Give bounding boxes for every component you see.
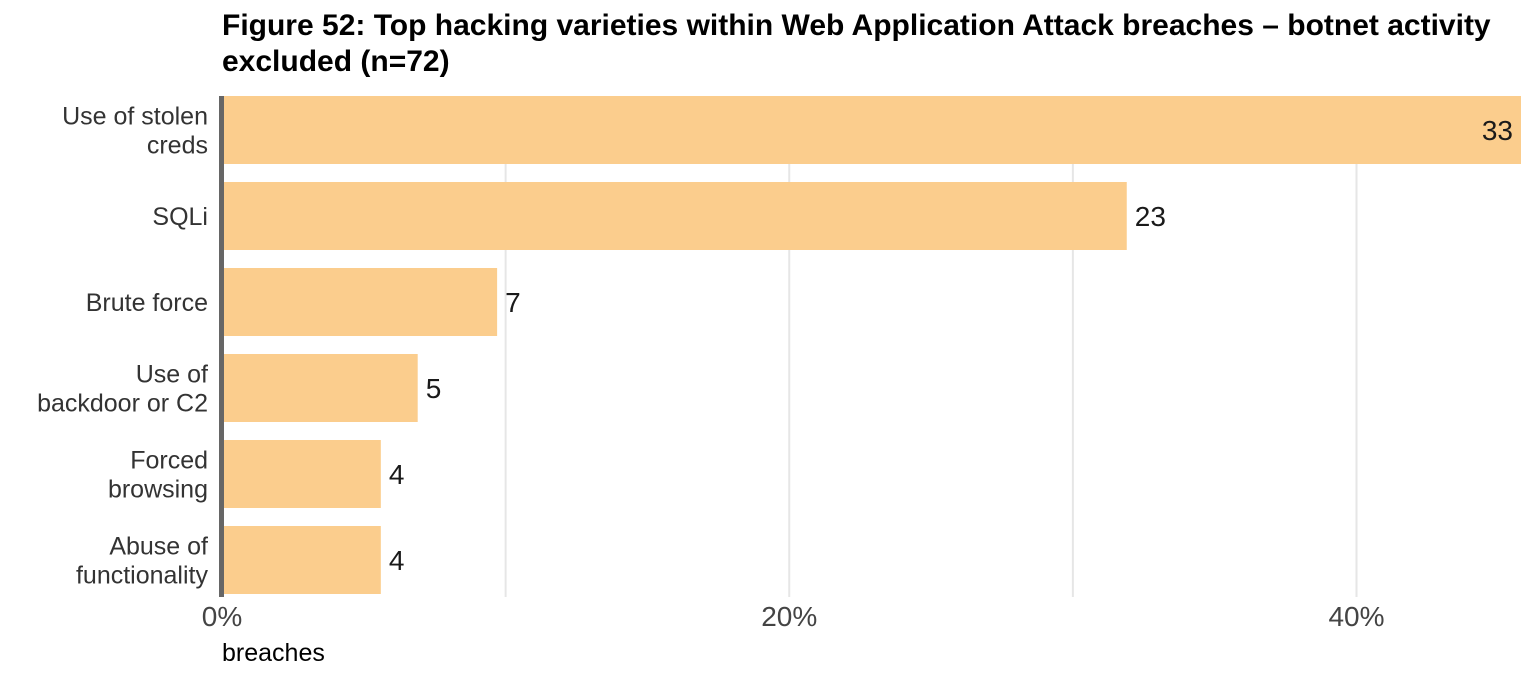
category-label: Use of stolen creds bbox=[62, 103, 208, 160]
category-label: Abuse of functionality bbox=[76, 533, 209, 590]
category-label-line: Abuse of bbox=[109, 533, 208, 561]
value-label: 5 bbox=[426, 373, 442, 404]
x-axis-label: breaches bbox=[222, 639, 325, 667]
category-label-line: Use of stolen bbox=[62, 103, 208, 131]
bar bbox=[222, 354, 418, 422]
category-label-line: Use of bbox=[136, 361, 208, 389]
x-tick-label: 40% bbox=[1328, 601, 1384, 632]
category-label-line: creds bbox=[147, 132, 208, 160]
bar bbox=[222, 526, 381, 594]
value-label: 23 bbox=[1135, 201, 1166, 232]
bar-chart: Use of stolen credsSQLiBrute forceUse of b… bbox=[37, 96, 1521, 667]
bar bbox=[222, 182, 1127, 250]
bars bbox=[222, 96, 1521, 594]
value-label: 33 bbox=[1482, 115, 1513, 146]
category-labels: Use of stolen credsSQLiBrute forceUse of b… bbox=[37, 103, 208, 590]
y-axis-line bbox=[219, 96, 224, 597]
category-label: SQLi bbox=[152, 203, 208, 231]
category-label-line: backdoor or C2 bbox=[37, 390, 208, 418]
category-label: Use of backdoor or C2 bbox=[37, 361, 208, 418]
category-label-line: Forced bbox=[130, 447, 208, 475]
category-label-line: SQLi bbox=[152, 203, 208, 231]
category-label: Brute force bbox=[86, 289, 208, 317]
value-label: 4 bbox=[389, 545, 405, 576]
category-label: Forced browsing bbox=[108, 447, 208, 504]
bar bbox=[222, 268, 498, 336]
bar bbox=[222, 440, 381, 508]
category-label-line: functionality bbox=[76, 562, 209, 590]
x-tick-label: 0% bbox=[202, 601, 242, 632]
category-label-line: Brute force bbox=[86, 289, 208, 317]
gridlines bbox=[504, 96, 1358, 597]
x-tick-label: 20% bbox=[761, 601, 817, 632]
value-label: 7 bbox=[505, 287, 521, 318]
value-label: 4 bbox=[389, 459, 405, 490]
bar bbox=[222, 96, 1521, 164]
category-label-line: browsing bbox=[108, 476, 208, 504]
